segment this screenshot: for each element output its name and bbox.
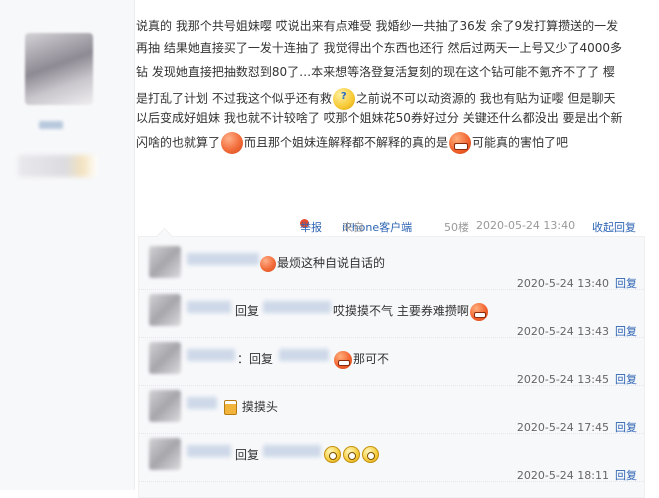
post-line: 说真的 我那个共号姐妹嘤 哎说出来有点难受 我婚纱一共抽了36发 余了9发打算攒… [136,19,619,33]
reply-button[interactable]: 回复 [615,469,637,482]
beer-icon [224,400,237,415]
post-line: 再抽 结果她直接买了一发十连抽了 我觉得出个东西也还行 然后过两天一上号又少了4… [136,41,622,55]
confused-face-icon [332,88,355,110]
avatar[interactable] [149,438,181,470]
reply-content: 那可不 [333,350,389,369]
author-sidebar [0,0,135,490]
grimace-face-icon [449,132,472,154]
reply-user-redacted[interactable] [187,397,217,409]
reply-content: 摸摸头 [223,398,278,415]
reply-prefix: 回复 [235,304,260,318]
report-label: 举报 [300,221,322,234]
list-item: 回复 2020-5-24 18:11 回复 [139,433,644,482]
reply-meta: 2020-5-24 18:11 回复 [517,467,637,483]
reply-user-redacted[interactable] [187,301,231,313]
author-badge-redacted [18,155,98,177]
reply-time: 2020-5-24 18:11 [516,469,609,482]
reply-content: 最烦这种自说自话的 [259,254,385,272]
avatar[interactable] [149,246,181,278]
post-tail: 举报 来自 iPhone客户端 50楼 2020-05-24 13:40 收起回复 [300,219,644,235]
avatar[interactable] [149,342,181,374]
post-line-text: 闪啥的也就算了 [136,135,221,150]
reply-prefix: 回复 [235,448,260,462]
author-name-redacted[interactable] [39,121,63,129]
reply-target-redacted[interactable] [263,445,321,457]
orange-face-icon [260,255,276,272]
reply-text: 哎摸摸不气 主要券难攒啊 [333,304,469,318]
post-line-text: 而且那个姐妹连解释都不解释的真的是 [244,135,449,150]
collapse-replies-button[interactable]: 收起回复 [592,219,636,235]
post-line-text: 可能真的害怕了吧 [472,135,569,150]
reply-prefix: ：回复 [237,352,274,366]
surprised-face-icon [362,446,379,463]
post-date: 2020-05-24 13:40 [476,219,576,232]
reply-text: 那可不 [353,352,390,366]
list-item: ：回复 那可不 2020-5-24 13:45 回复 [139,337,644,386]
reply-user-redacted[interactable] [187,253,259,265]
post-line-text: 是打乱了计划 不过我这个似乎还有救 [136,91,332,106]
device-prefix: 来自 [342,221,364,234]
reply-text: 摸摸头 [241,400,278,414]
list-item: 摸摸头 2020-5-24 17:45 回复 [139,385,644,434]
grimace-face-icon [334,350,352,369]
author-avatar[interactable] [25,33,93,105]
grimace-face-icon [469,302,488,321]
reply-content [323,446,380,463]
post-line: 闪啥的也就算了 而且那个姐妹连解释都不解释的真的是 可能真的害怕了吧 [136,132,644,154]
device-info: 来自 iPhone客户端 [342,219,412,235]
list-item: 回复 哎摸摸不气 主要券难攒啊 2020-5-24 13:43 回复 [139,289,644,338]
avatar[interactable] [149,294,181,326]
post-line-text: 之前说不可以动资源的 我也有贴为证嘤 但是聊天 [355,91,616,106]
post-line: 钻 发现她直接把抽数怼到80了…本来想等洛登复活复刻的现在这个钻可能不氪齐不了了… [136,65,615,79]
surprised-face-icon [343,446,360,463]
reply-content: 哎摸摸不气 主要券难攒啊 [333,302,489,321]
post-line: 是打乱了计划 不过我这个似乎还有救 之前说不可以动资源的 我也有贴为证嘤 但是聊天 [136,88,644,110]
reply-user-redacted[interactable] [187,349,235,361]
floor-number: 50楼 [444,221,469,234]
reply-user-redacted[interactable] [187,445,231,457]
surprised-face-icon [324,446,341,463]
reply-text: 最烦这种自说自话的 [277,256,386,270]
post-line: 以后变成好姐妹 我也就不计较啥了 哎那个姐妹花50券好过分 关键还什么都没出 要… [136,111,623,125]
avatar[interactable] [149,390,181,422]
reply-target-redacted[interactable] [263,301,331,313]
reply-content: ：回复 [237,350,273,367]
list-item: 最烦这种自说自话的 2020-5-24 13:40 回复 [139,241,644,290]
reply-content: 回复 [235,446,259,463]
post-content: 说真的 我那个共号姐妹嘤 哎说出来有点难受 我婚纱一共抽了36发 余了9发打算攒… [136,18,644,154]
reply-target-redacted[interactable] [279,349,329,361]
reply-content: 回复 [235,302,259,319]
orange-face-icon [221,132,244,154]
reply-list: 最烦这种自说自话的 2020-5-24 13:40 回复 回复 哎摸摸不气 主要券… [138,236,645,498]
